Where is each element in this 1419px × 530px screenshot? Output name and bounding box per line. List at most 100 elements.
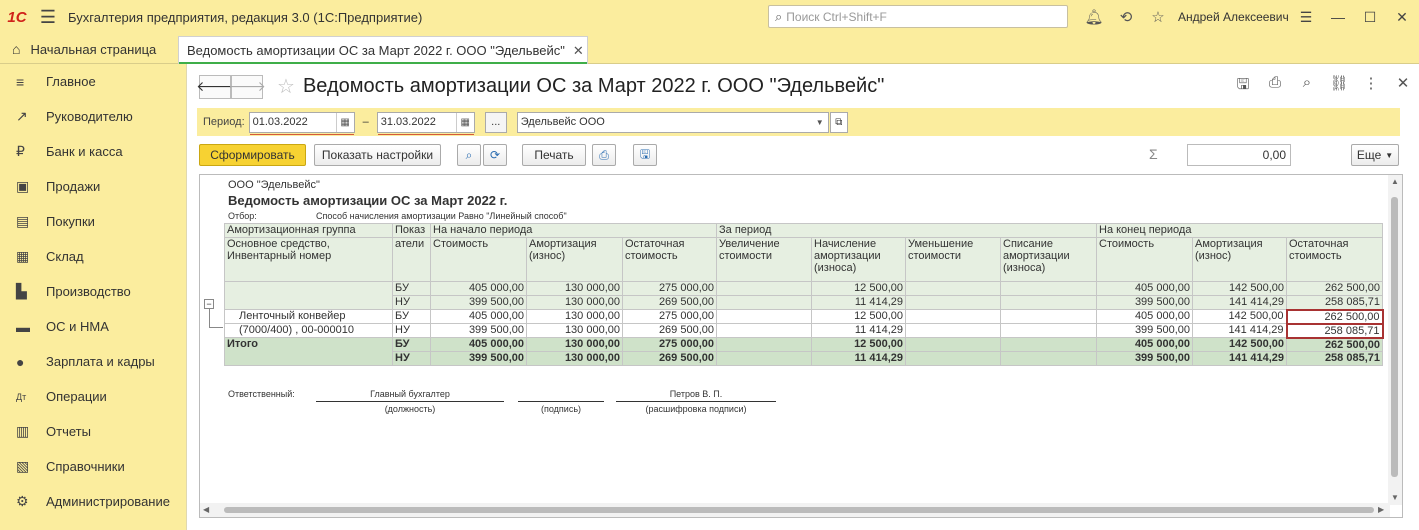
header-cell: атели <box>392 237 431 282</box>
ruble-icon: ₽ <box>16 143 25 159</box>
table-cell: 399 500,00 <box>1096 323 1193 338</box>
chevron-down-icon[interactable]: ▼ <box>812 113 828 132</box>
gear-icon: ⚙ <box>16 493 29 509</box>
table-cell <box>716 337 812 352</box>
table-cell: 12 500,00 <box>811 281 906 296</box>
asset-inv-cell[interactable]: (7000/400) , 00-000010 <box>224 323 393 338</box>
sidebar-item-warehouse[interactable]: ▦ Склад <box>0 239 186 274</box>
header-line: стоимости <box>719 250 773 262</box>
sidebar-item-assets[interactable]: ▬ ОС и НМА <box>0 309 186 344</box>
print-icon[interactable]: ⎙ <box>1259 74 1291 99</box>
organization-select[interactable]: Эдельвейс ООО ▼ ⧉ <box>516 111 848 133</box>
vertical-scrollbar[interactable]: ▲ ▼ <box>1388 175 1402 505</box>
sidebar-item-label: Руководителю <box>46 109 133 124</box>
scroll-right-icon[interactable]: ▶ <box>1378 505 1384 514</box>
search-input[interactable]: ⌕ Поиск Ctrl+Shift+F <box>768 5 1068 28</box>
close-icon[interactable]: ✕ <box>1387 74 1419 99</box>
sidebar-item-director[interactable]: ↗ Руководителю <box>0 99 186 134</box>
show-settings-button[interactable]: Показать настройки <box>314 144 441 166</box>
star-icon[interactable]: ☆ <box>1142 8 1174 26</box>
table-row[interactable]: (7000/400) , 00-000010 НУ 399 500,00 130… <box>224 322 1384 339</box>
sidebar-item-bank[interactable]: ₽ Банк и касса <box>0 134 186 169</box>
generate-button[interactable]: Сформировать <box>199 144 306 166</box>
history-icon[interactable]: ⟲ <box>1110 8 1142 26</box>
app-logo[interactable]: 1С <box>0 0 34 34</box>
save-button[interactable]: 🖫 <box>633 144 657 166</box>
form-header: 🡐 🡒 ☆ Ведомость амортизации ОС за Март 2… <box>196 74 884 99</box>
preview-button[interactable]: ⎙ <box>592 144 616 166</box>
back-button[interactable]: 🡐 <box>196 74 234 99</box>
user-name[interactable]: Андрей Алексеевич <box>1178 10 1289 24</box>
tab-document[interactable]: Ведомость амортизации ОС за Март 2022 г.… <box>178 36 588 64</box>
print-button[interactable]: Печать <box>522 144 586 166</box>
table-cell <box>1000 351 1097 366</box>
table-cell: НУ <box>392 323 431 338</box>
sum-field[interactable]: 0,00 <box>1187 144 1291 166</box>
sidebar-item-production[interactable]: ▙ Производство <box>0 274 186 309</box>
table-cell <box>1000 323 1097 338</box>
sidebar-item-admin[interactable]: ⚙ Администрирование <box>0 484 186 519</box>
open-icon[interactable]: ⧉ <box>829 111 848 133</box>
tab-close-icon[interactable]: ✕ <box>573 43 584 59</box>
table-cell: 399 500,00 <box>430 351 527 366</box>
table-cell: 12 500,00 <box>811 309 906 324</box>
date-to-field[interactable]: 31.03.2022 ▦ <box>376 111 475 135</box>
forward-button[interactable]: 🡒 <box>228 74 266 99</box>
table-cell: 12 500,00 <box>811 337 906 352</box>
calendar-icon[interactable]: ▦ <box>335 112 354 132</box>
minimize-icon[interactable]: — <box>1322 9 1354 25</box>
scroll-thumb[interactable] <box>1391 197 1398 477</box>
sidebar-item-operations[interactable]: Дт Операции <box>0 379 186 414</box>
period-select-button[interactable]: ... <box>484 111 507 133</box>
sidebar-item-reports[interactable]: ▥ Отчеты <box>0 414 186 449</box>
more-vert-icon[interactable]: ⋮ <box>1355 74 1387 99</box>
asset-name-cell[interactable]: Ленточный конвейер <box>224 309 393 324</box>
close-icon[interactable]: ✕ <box>1386 9 1418 26</box>
maximize-icon[interactable]: ☐ <box>1354 9 1386 26</box>
header-line: Амортизация <box>1195 238 1263 251</box>
floppy-icon: 🖫 <box>639 146 651 161</box>
header-cell: Стоимость <box>430 237 527 282</box>
header-line: (износ) <box>1195 250 1232 262</box>
header-line: Инвентарный номер <box>227 250 332 262</box>
main-menu-icon[interactable]: ☰ <box>34 0 62 34</box>
scroll-thumb[interactable] <box>224 507 1374 513</box>
more-label: Еще <box>1356 148 1382 162</box>
date-from-field[interactable]: 01.03.2022 ▦ <box>248 111 355 135</box>
sidebar-item-salary[interactable]: ● Зарплата и кадры <box>0 344 186 379</box>
scroll-up-icon[interactable]: ▲ <box>1391 177 1399 186</box>
header-cell: Амортизация (износ) <box>1192 237 1287 282</box>
tab-home[interactable]: ⌂ Начальная страница <box>0 34 172 64</box>
header-cell: Амортизация (износ) <box>526 237 623 282</box>
calendar-icon[interactable]: ▦ <box>455 112 474 132</box>
link-icon[interactable]: ⛓ <box>1323 74 1355 99</box>
table-cell: 130 000,00 <box>526 323 623 338</box>
bell-icon[interactable]: 🔔︎ <box>1078 8 1110 26</box>
spellcheck-underline <box>377 133 474 135</box>
table-cell: 269 500,00 <box>622 323 717 338</box>
table-row[interactable]: Ленточный конвейер БУ 405 000,00 130 000… <box>224 308 1384 325</box>
menu-icon[interactable]: ☰ <box>1290 9 1322 26</box>
scroll-left-icon[interactable]: ◀ <box>203 505 209 514</box>
save-icon[interactable]: 🖫 <box>1227 74 1259 99</box>
sidebar-item-main[interactable]: ≡ Главное <box>0 64 186 99</box>
table-cell: 275 000,00 <box>622 309 717 324</box>
report-sheet[interactable]: ООО "Эдельвейс" Ведомость амортизации ОС… <box>199 174 1403 518</box>
selected-cell[interactable]: 262 500,00 <box>1285 308 1384 325</box>
sidebar-item-catalogs[interactable]: ▧ Справочники <box>0 449 186 484</box>
scroll-down-icon[interactable]: ▼ <box>1391 493 1399 502</box>
horizontal-scrollbar[interactable]: ◀ ▶ <box>200 503 1390 517</box>
find-next-button[interactable]: ⟳ <box>483 144 507 166</box>
sum-icon: Σ <box>1149 146 1158 162</box>
table-cell: 11 414,29 <box>811 295 906 310</box>
more-button[interactable]: Еще ▼ <box>1351 144 1399 166</box>
collapse-icon[interactable]: − <box>204 299 214 309</box>
sidebar-item-purchases[interactable]: ▤ Покупки <box>0 204 186 239</box>
preview-icon[interactable]: ⌕ <box>1291 74 1323 99</box>
app-title: Бухгалтерия предприятия, редакция 3.0 (1… <box>68 9 423 25</box>
selected-cell[interactable]: 258 085,71 <box>1285 322 1384 339</box>
find-button[interactable]: ⌕ <box>457 144 481 166</box>
favorite-star-icon[interactable]: ☆ <box>277 74 295 99</box>
sidebar-item-sales[interactable]: ▣ Продажи <box>0 169 186 204</box>
sidebar-item-label: Администрирование <box>46 494 170 509</box>
